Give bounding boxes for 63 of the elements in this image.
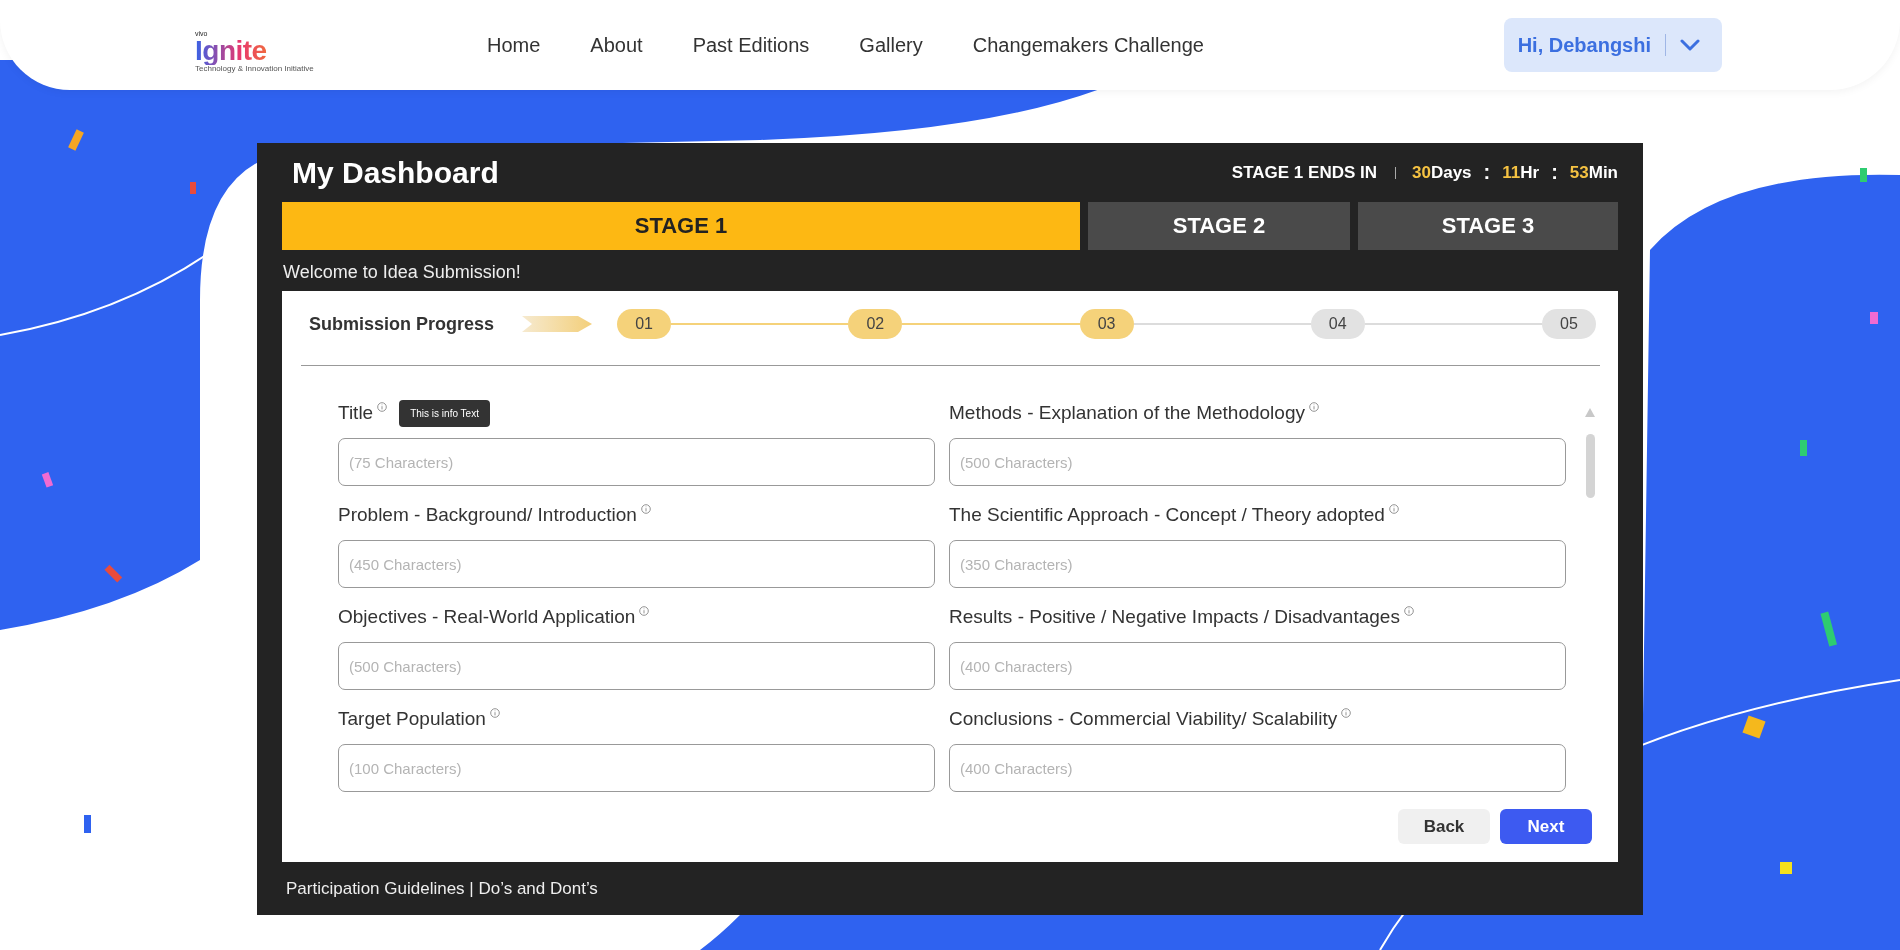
confetti-piece xyxy=(1742,715,1766,739)
progress-step: 01 xyxy=(617,309,672,339)
input-field[interactable]: (75 Characters) xyxy=(338,438,935,486)
scrollbar-thumb[interactable] xyxy=(1585,434,1595,498)
confetti-piece xyxy=(1860,168,1867,182)
scroll-up-icon[interactable] xyxy=(1585,408,1595,417)
input-field[interactable]: (500 Characters) xyxy=(949,438,1566,486)
countdown-value: 53Min xyxy=(1569,162,1618,183)
back-button[interactable]: Back xyxy=(1398,809,1490,844)
footer-link[interactable]: Participation Guidelines | Do’s and Dont’s xyxy=(282,878,598,899)
nav-link[interactable]: Home xyxy=(487,33,541,57)
confetti-piece xyxy=(41,472,54,488)
progress-step: 02 xyxy=(848,309,903,339)
countdown-label: STAGE 1 ENDS IN xyxy=(1231,162,1377,183)
countdown-value: 30Days xyxy=(1412,162,1472,183)
countdown-separator: : xyxy=(1483,161,1491,184)
progress-step: 04 xyxy=(1310,309,1365,339)
input-field[interactable]: (500 Characters) xyxy=(338,642,935,690)
dashboard-title: My Dashboard xyxy=(292,155,499,190)
nav-link[interactable]: Changemakers Challenge xyxy=(972,33,1204,57)
nav-link[interactable]: Past Editions xyxy=(692,33,810,57)
nav-link[interactable]: Gallery xyxy=(859,33,923,57)
info-icon[interactable] xyxy=(377,402,388,412)
nav-link[interactable]: About xyxy=(590,33,643,57)
stage-tab[interactable]: STAGE 1 xyxy=(282,202,1080,250)
info-icon[interactable] xyxy=(640,504,651,514)
field-label: Objectives - Real-World Application xyxy=(338,606,636,628)
countdown-separator: : xyxy=(1551,161,1558,184)
countdown-value: 11Hr xyxy=(1502,162,1540,183)
confetti-piece xyxy=(84,815,91,833)
input-field[interactable]: (400 Characters) xyxy=(949,744,1566,792)
info-icon[interactable] xyxy=(1403,606,1414,616)
input-field[interactable]: (450 Characters) xyxy=(338,540,935,588)
next-button[interactable]: Next xyxy=(1500,809,1592,844)
field-label: Results - Positive / Negative Impacts / Disadvantages xyxy=(949,606,1400,628)
input-field[interactable]: (400 Characters) xyxy=(949,642,1566,690)
info-icon[interactable] xyxy=(1308,402,1319,412)
confetti-piece xyxy=(1780,862,1792,874)
info-icon[interactable] xyxy=(1388,504,1399,514)
progress-step: 05 xyxy=(1542,309,1596,339)
field-label: Target Population xyxy=(338,708,486,730)
tooltip: This is info Text xyxy=(399,399,490,427)
progress-label: Submission Progress xyxy=(309,313,495,335)
info-icon[interactable] xyxy=(1341,708,1352,718)
field-label: The Scientific Approach - Concept / Theory adopted xyxy=(949,504,1385,526)
confetti-piece xyxy=(1870,312,1878,324)
stage-tab[interactable]: STAGE 3 xyxy=(1358,202,1618,250)
confetti-piece xyxy=(1800,440,1807,456)
stage-tab[interactable]: STAGE 2 xyxy=(1088,202,1350,250)
progress-step: 03 xyxy=(1079,309,1134,339)
info-icon[interactable] xyxy=(489,708,500,718)
input-field[interactable]: (350 Characters) xyxy=(949,540,1566,588)
welcome-text: Welcome to Idea Submission! xyxy=(282,261,522,284)
field-label: Title xyxy=(338,402,374,424)
field-label: Problem - Background/ Introduction xyxy=(338,504,637,526)
chevron-down-icon xyxy=(1680,39,1700,51)
user-menu-button[interactable]: Hi, Debangshi xyxy=(1503,18,1722,72)
confetti-piece xyxy=(190,182,196,194)
input-field[interactable]: (100 Characters) xyxy=(338,744,935,792)
field-label: Conclusions - Commercial Viability/ Scalability xyxy=(949,708,1338,730)
info-icon[interactable] xyxy=(639,606,650,616)
field-label: Methods - Explanation of the Methodology xyxy=(949,402,1305,424)
arrow-icon xyxy=(522,314,593,334)
